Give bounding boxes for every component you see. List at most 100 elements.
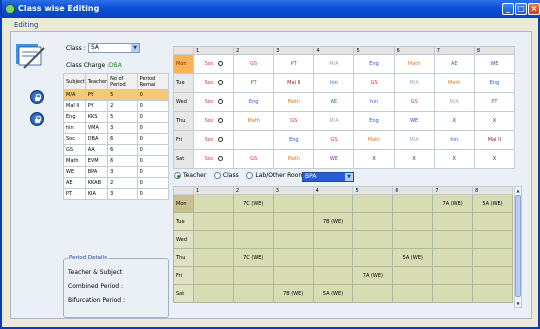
teacher-grid-cell[interactable] <box>192 212 234 231</box>
timetable-cell[interactable]: Math <box>393 54 435 74</box>
teacher-grid-cell[interactable] <box>312 194 354 213</box>
teacher-grid-cell[interactable] <box>272 248 314 267</box>
teacher-grid-cell[interactable] <box>232 230 274 249</box>
teacher-grid-cell[interactable] <box>232 284 274 303</box>
timetable-cell[interactable]: X <box>473 111 516 131</box>
teacher-grid-cell[interactable] <box>192 266 234 285</box>
teacher-grid-cell[interactable] <box>232 212 274 231</box>
timetable-cell[interactable]: Eng <box>473 73 516 93</box>
maximize-button[interactable]: □ <box>515 3 527 15</box>
timetable-cell[interactable]: X <box>433 111 475 131</box>
teacher-grid-cell[interactable] <box>352 230 394 249</box>
teacher-radio[interactable] <box>174 172 181 179</box>
subject-row[interactable]: Mal II PY 2 0 <box>63 100 170 112</box>
teacher-grid-cell[interactable] <box>472 212 513 231</box>
teacher-grid-cell[interactable] <box>272 266 314 285</box>
teacher-grid-cell[interactable] <box>312 248 354 267</box>
subject-row[interactable]: WE BPA 3 0 <box>63 166 170 178</box>
teacher-grid-cell[interactable]: 7B (WE) <box>272 284 314 303</box>
timetable-cell[interactable]: WE <box>393 111 435 131</box>
timetable-cell[interactable]: Math <box>353 130 395 150</box>
lab-radio[interactable] <box>246 172 254 179</box>
timetable-cell[interactable]: Eng <box>273 130 315 150</box>
teacher-grid-cell[interactable]: 5A (WE) <box>312 284 354 303</box>
teacher-grid-cell[interactable] <box>392 212 434 231</box>
subject-row[interactable]: Soc DBA 6 0 <box>63 133 170 145</box>
timetable-cell[interactable]: Math <box>433 73 475 93</box>
teacher-grid-cell[interactable] <box>312 230 354 249</box>
teacher-grid-cell[interactable] <box>392 284 434 303</box>
teacher-grid-cell[interactable] <box>352 194 394 213</box>
subject-row[interactable]: Math EVM 6 0 <box>63 155 170 167</box>
teacher-grid-cell[interactable] <box>432 248 474 267</box>
close-button[interactable]: × <box>528 3 540 15</box>
timetable-cell[interactable]: Soc <box>193 73 235 93</box>
subject-row[interactable]: hin VMA 3 0 <box>63 122 170 134</box>
timetable-cell[interactable]: Soc <box>193 111 235 131</box>
subject-row[interactable]: Eng KKS 5 0 <box>63 111 170 123</box>
timetable-cell[interactable]: Math <box>273 92 315 112</box>
timetable-cell[interactable]: M/A <box>393 130 435 150</box>
unlock-icon[interactable] <box>30 112 44 126</box>
timetable-cell[interactable]: GS <box>233 149 275 169</box>
teacher-grid-cell[interactable] <box>272 212 314 231</box>
teacher-select[interactable]: BPA ▼ <box>302 172 354 182</box>
timetable-cell[interactable]: Math <box>233 111 275 131</box>
timetable-cell[interactable]: Mal II <box>273 73 315 93</box>
timetable-cell[interactable]: GS <box>313 130 355 150</box>
teacher-grid-cell[interactable] <box>272 230 314 249</box>
teacher-grid-cell[interactable] <box>472 284 513 303</box>
teacher-grid-cell[interactable]: 7B (WE) <box>312 212 354 231</box>
teacher-grid-cell[interactable] <box>192 284 234 303</box>
subject-row[interactable]: M/A PY 5 0 <box>63 89 170 101</box>
teacher-grid-cell[interactable] <box>192 248 234 267</box>
teacher-grid-cell[interactable] <box>432 284 474 303</box>
timetable-cell[interactable]: Eng <box>233 92 275 112</box>
timetable-cell[interactable]: PT <box>233 73 275 93</box>
teacher-grid-cell[interactable] <box>432 266 474 285</box>
timetable-cell[interactable]: Soc <box>193 149 235 169</box>
class-radio[interactable] <box>213 172 221 179</box>
teacher-grid-cell[interactable]: 7A (WE) <box>432 194 474 213</box>
teacher-grid-cell[interactable]: 7C (WE) <box>232 248 274 267</box>
timetable-cell[interactable]: Soc <box>193 92 235 112</box>
timetable-cell[interactable]: Soc <box>193 130 235 150</box>
timetable-cell[interactable]: Math <box>273 149 315 169</box>
timetable-cell[interactable]: Soc <box>193 54 235 74</box>
teacher-grid-scrollbar[interactable]: ▲ ▼ <box>514 186 522 308</box>
class-select[interactable]: 5A ▼ <box>88 43 140 53</box>
timetable-cell[interactable]: AE <box>313 92 355 112</box>
timetable-cell[interactable]: hin <box>433 130 475 150</box>
subject-row[interactable]: PT KIA 3 0 <box>63 188 170 200</box>
teacher-grid-cell[interactable] <box>432 230 474 249</box>
scroll-thumb[interactable] <box>515 195 521 297</box>
timetable-cell[interactable]: M/A <box>433 92 475 112</box>
timetable-cell[interactable]: Mal II <box>473 130 516 150</box>
timetable-cell[interactable]: hin <box>313 73 355 93</box>
timetable-cell[interactable]: M/A <box>313 111 355 131</box>
timetable-cell[interactable]: GS <box>353 73 395 93</box>
timetable-cell[interactable]: Eng <box>353 111 395 131</box>
teacher-grid-cell[interactable]: 5A (WE) <box>472 194 513 213</box>
teacher-grid-cell[interactable] <box>472 266 513 285</box>
timetable-cell[interactable]: M/A <box>313 54 355 74</box>
timetable-cell[interactable]: PT <box>473 92 516 112</box>
teacher-grid-cell[interactable] <box>312 266 354 285</box>
teacher-grid-cell[interactable] <box>272 194 314 213</box>
subject-row[interactable]: GS AA 6 0 <box>63 144 170 156</box>
timetable-cell[interactable]: PT <box>273 54 315 74</box>
lock-icon[interactable] <box>30 90 44 104</box>
teacher-grid-cell[interactable]: 7A (WE) <box>352 266 394 285</box>
timetable-cell[interactable]: X <box>353 149 395 169</box>
timetable-cell[interactable]: GS <box>393 92 435 112</box>
timetable-cell[interactable]: hin <box>353 92 395 112</box>
scroll-down-icon[interactable]: ▼ <box>515 300 521 307</box>
timetable-cell[interactable]: Eng <box>353 54 395 74</box>
teacher-grid-cell[interactable] <box>232 266 274 285</box>
teacher-grid-cell[interactable] <box>472 248 513 267</box>
scroll-up-icon[interactable]: ▲ <box>515 187 521 194</box>
teacher-grid-cell[interactable] <box>192 194 234 213</box>
teacher-grid-cell[interactable] <box>392 266 434 285</box>
teacher-grid-cell[interactable] <box>392 194 434 213</box>
teacher-grid-cell[interactable] <box>472 230 513 249</box>
